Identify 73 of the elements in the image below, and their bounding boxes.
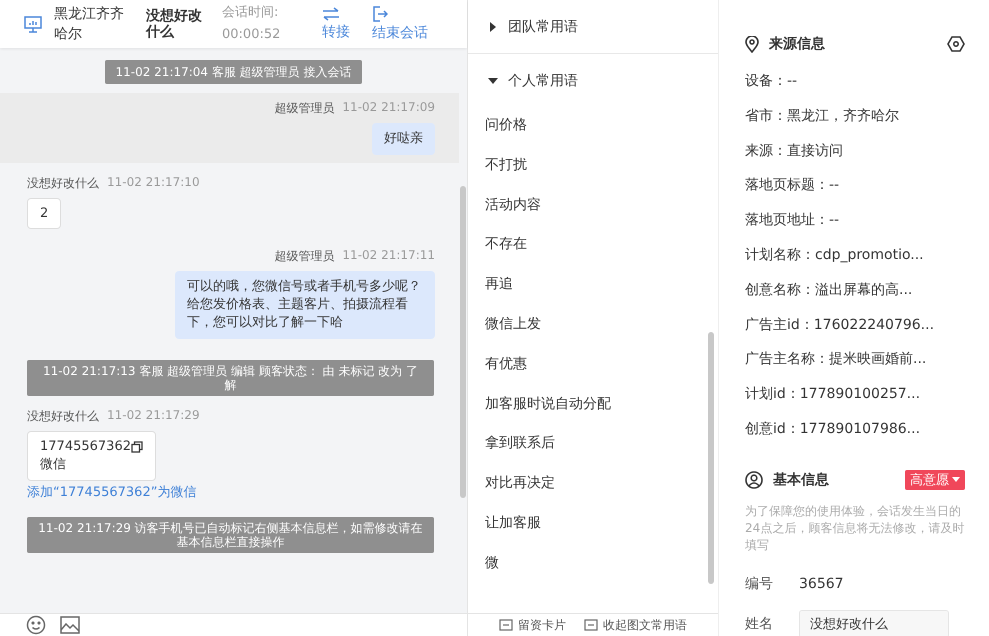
info-line: 落地页地址：-- (745, 211, 840, 230)
message-time: 11-02 21:17:11 (342, 248, 435, 264)
quick-reply-item[interactable]: 再追 (468, 265, 718, 305)
footer-button[interactable]: 收起图文常用语 (584, 616, 687, 634)
emoji-icon[interactable] (26, 615, 46, 635)
info-line: 落地页标题：-- (745, 176, 840, 196)
info-line: 计划id：177890100257... (745, 385, 922, 404)
user-icon (745, 470, 763, 489)
image-icon[interactable] (60, 616, 80, 634)
field-value: 36567 (799, 576, 844, 592)
sender-name: 没想好改什么 (27, 408, 99, 425)
field-label: 姓名 (745, 614, 774, 633)
info-line: 来源：直接访问 (745, 142, 844, 161)
message-time: 11-02 21:17:29 (107, 408, 200, 424)
quick-reply-item[interactable]: 微信上发 (468, 304, 718, 345)
quick-reply-item[interactable]: 微 (468, 544, 718, 584)
sender-name: 超级管理员 (274, 100, 334, 117)
caret-icon (952, 477, 960, 482)
card-icon (499, 619, 513, 631)
monitor-icon (24, 16, 42, 32)
section-title: 来源信息 (769, 35, 825, 53)
location-text: 黑龙江齐齐哈尔 (54, 5, 125, 44)
contact-type: 微信 (40, 456, 67, 474)
location-pin-icon (745, 36, 759, 52)
system-notice: 11-02 21:17:13 客服 超级管理员 编辑 顾客状态： 由 未标记 改为 了解 (27, 360, 434, 396)
message-bubble: 可以的哦，您微信号或者手机号多少呢？给您发价格表、主题客片、拍摄流程看下，您可以对比了解一下哈 (175, 271, 435, 339)
duration-value: 00:00:52 (222, 26, 282, 44)
footer-button[interactable]: 留资卡片 (499, 616, 566, 634)
end-session-button[interactable]: 结束会话 (372, 6, 428, 42)
intent-tag[interactable]: 高意愿 (905, 470, 965, 490)
field-label: 编号 (745, 574, 774, 593)
message-bubble: 2 (27, 198, 62, 229)
transfer-button[interactable]: 转接 (322, 7, 350, 41)
system-notice: 11-02 21:17:29 访客手机号已自动标记右侧基本信息栏，如需修改请在基本信息栏直接操作 (27, 517, 434, 553)
duration-label: 会话时间: (222, 4, 280, 22)
quick-reply-item[interactable]: 让加客服 (468, 504, 718, 544)
sender-name: 超级管理员 (274, 248, 334, 265)
copy-icon[interactable] (130, 441, 143, 453)
info-line: 广告主id：176022240796... (745, 316, 936, 335)
scrollbar[interactable] (460, 186, 466, 498)
quick-reply-item[interactable]: 对比再决定 (468, 464, 718, 504)
quick-reply-item[interactable]: 有优惠 (468, 344, 718, 385)
phone-number: 17745567362 (40, 438, 131, 456)
notice-text: 为了保障您的使用体验，会话发生当日的24点之后，顾客信息将无法修改，请及时填写 (745, 502, 965, 554)
quick-reply-item[interactable]: 问价格 (468, 106, 718, 146)
info-line: 创意名称：溢出屏幕的高... (745, 280, 914, 300)
customer-name: 没想好改什么 (146, 8, 203, 40)
add-wechat-link[interactable]: 添加“17745567362”为微信 (27, 483, 196, 501)
quick-reply-item[interactable]: 不打扰 (468, 146, 718, 186)
info-line: 设备：-- (745, 72, 798, 91)
swap-arrows-icon (322, 7, 340, 21)
info-line: 创意id：177890107986... (745, 420, 922, 439)
quick-reply-item[interactable]: 拿到联系后 (468, 424, 718, 464)
message-time: 11-02 21:17:09 (342, 100, 435, 116)
name-input[interactable]: 没想好改什么 (799, 610, 949, 636)
quick-reply-item[interactable]: 活动内容 (468, 186, 718, 226)
settings-icon[interactable] (947, 35, 965, 53)
caret-icon (488, 76, 498, 86)
scrollbar[interactable] (708, 332, 714, 584)
info-line: 省市：黑龙江，齐齐哈尔 (745, 106, 900, 126)
quick-reply-item[interactable]: 加客服时说自动分配 (468, 384, 718, 424)
section-title: 基本信息 (773, 470, 829, 489)
quick-reply-item[interactable]: 不存在 (468, 225, 718, 266)
caret-icon (488, 22, 498, 32)
info-line: 广告主名称：提米映画婚前... (745, 350, 928, 370)
info-line: 计划名称：cdp_promotio... (745, 246, 925, 265)
group-header[interactable]: 个人常用语 (468, 54, 718, 108)
message-time: 11-02 21:17:10 (107, 175, 200, 191)
message-bubble: 好哒亲 (372, 123, 435, 155)
exit-icon (372, 6, 388, 22)
sender-name: 没想好改什么 (27, 175, 99, 192)
system-notice: 11-02 21:17:04 客服 超级管理员 接入会话 (105, 60, 362, 84)
card-icon (584, 619, 598, 631)
